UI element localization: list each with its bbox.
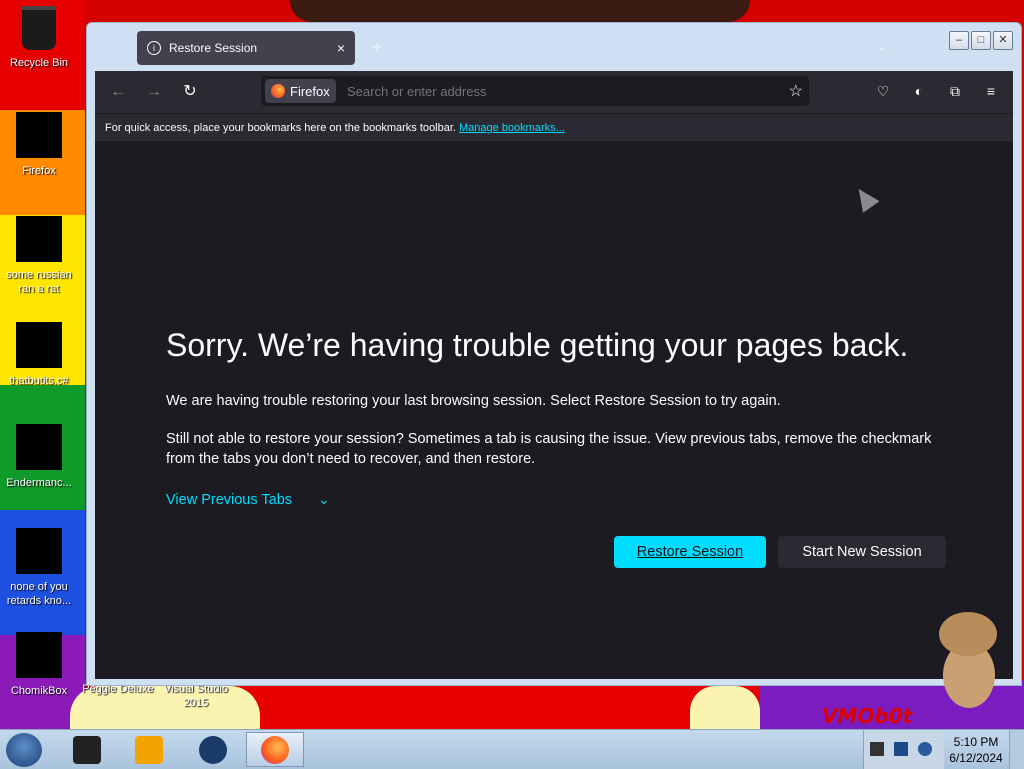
firefox-shortcut-icon — [16, 112, 62, 158]
media-player-icon — [135, 735, 163, 764]
recycle-bin-icon — [22, 6, 56, 50]
page-heading: Sorry. We’re having trouble getting your… — [166, 327, 909, 363]
taskbar-item-globe[interactable] — [188, 732, 238, 767]
desktop-icon-chomikbox[interactable]: ChomikBox — [0, 632, 78, 698]
desktop-icon-label: Endermanc... — [6, 477, 72, 489]
clock[interactable]: 5:10 PM 6/12/2024 — [944, 734, 1008, 766]
desktop-icon-label: some russian ran a rat — [6, 269, 72, 295]
desktop-icon-label: Firefox — [22, 165, 56, 177]
menu-icon[interactable]: ≡ — [981, 81, 1001, 101]
firefox-icon — [261, 735, 289, 764]
wallpaper-sketch — [690, 686, 760, 730]
info-icon: i — [147, 41, 161, 55]
wallpaper-top-shape — [290, 0, 750, 22]
maximize-icon[interactable]: □ — [971, 31, 991, 50]
mouse-cursor-icon — [850, 183, 880, 213]
desktop-icon-label: thatbutits.c# — [9, 375, 69, 387]
browser-window: – □ ✕ i Restore Session × + ⌄ ← → ↻ Fire… — [86, 22, 1022, 686]
taskbar-item-media-player[interactable] — [124, 732, 174, 767]
forward-icon[interactable]: → — [143, 81, 165, 103]
chomikbox-icon — [16, 632, 62, 678]
page-content: Sorry. We’re having trouble getting your… — [95, 141, 1013, 679]
bookmarks-message: For quick access, place your bookmarks h… — [105, 122, 456, 134]
bookmarks-toolbar: For quick access, place your bookmarks h… — [95, 113, 1013, 141]
account-icon[interactable]: ◐ — [909, 81, 929, 101]
desktop-icon-thatbutits[interactable]: thatbutits.c# — [0, 322, 78, 388]
taskbar-item-firefox[interactable] — [246, 732, 304, 767]
tab-title: Restore Session — [169, 41, 258, 55]
start-button[interactable] — [6, 733, 42, 767]
minimize-icon[interactable]: – — [949, 31, 969, 50]
desktop-icon-recycle-bin[interactable]: Recycle Bin — [0, 6, 78, 70]
clock-date: 6/12/2024 — [949, 751, 1003, 765]
restore-session-button[interactable]: Restore Session — [614, 536, 766, 568]
nav-toolbar: ← → ↻ Firefox ☆ ♡ ◐ ⧉ ≡ — [95, 71, 1013, 113]
tray-arrow-icon[interactable] — [870, 742, 884, 756]
desktop-icon-russian-rat[interactable]: some russian ran a rat — [0, 216, 78, 296]
show-desktop-button[interactable] — [1009, 730, 1024, 769]
file-icon — [16, 216, 62, 262]
url-bar[interactable]: Firefox ☆ — [261, 76, 809, 108]
extensions-icon[interactable]: ⧉ — [945, 81, 965, 101]
start-new-session-button[interactable]: Start New Session — [778, 536, 946, 568]
identity-box[interactable]: Firefox — [265, 79, 336, 103]
volume-icon[interactable] — [918, 742, 932, 756]
close-window-icon[interactable]: ✕ — [993, 31, 1013, 50]
clock-time: 5:10 PM — [953, 735, 999, 749]
watermark-text: VMOb0t — [822, 704, 913, 728]
description-paragraph: We are having trouble restoring your las… — [166, 393, 781, 409]
desktop-icon-label: none of you retards kno... — [6, 581, 72, 607]
bookmark-star-icon[interactable]: ☆ — [789, 81, 803, 101]
desktop-icon-label: Recycle Bin — [9, 57, 69, 69]
file-icon — [16, 424, 62, 470]
tab-close-icon[interactable]: × — [337, 40, 345, 56]
view-previous-tabs-label: View Previous Tabs — [166, 491, 293, 508]
taskbar: 5:10 PM 6/12/2024 — [0, 729, 1024, 769]
window-controls: – □ ✕ — [949, 31, 1013, 50]
desktop-icon-firefox[interactable]: Firefox — [0, 112, 78, 178]
hamster-mascot — [935, 612, 1005, 712]
back-icon[interactable]: ← — [107, 81, 129, 103]
manage-bookmarks-link[interactable]: Manage bookmarks... — [459, 122, 565, 134]
list-all-tabs-icon[interactable]: ⌄ — [877, 39, 887, 53]
desktop-icon-endermanc[interactable]: Endermanc... — [0, 424, 78, 490]
folder-icon — [73, 735, 101, 764]
new-tab-icon[interactable]: + — [372, 37, 383, 58]
hamster-head — [939, 612, 997, 656]
taskbar-item-explorer[interactable] — [62, 732, 112, 767]
desktop-icon-label: Visual Studio 2015 — [163, 683, 228, 709]
identity-label: Firefox — [290, 83, 330, 99]
reload-icon[interactable]: ↻ — [179, 81, 201, 103]
system-tray — [863, 730, 944, 769]
address-input[interactable] — [345, 76, 769, 108]
pocket-icon[interactable]: ♡ — [873, 81, 893, 101]
desktop-icon-label: ChomikBox — [10, 685, 68, 697]
desktop-icon-none-of-you[interactable]: none of you retards kno... — [0, 528, 78, 608]
globe-icon — [199, 735, 227, 764]
file-icon — [16, 322, 62, 368]
firefox-logo-icon — [271, 84, 285, 98]
network-icon[interactable] — [894, 742, 908, 756]
view-previous-tabs-toggle[interactable]: View Previous Tabs ⌄ — [166, 491, 330, 508]
file-icon — [16, 528, 62, 574]
help-paragraph: Still not able to restore your session? … — [166, 431, 932, 467]
tab-restore-session[interactable]: i Restore Session × — [137, 31, 355, 65]
chevron-down-icon: ⌄ — [318, 491, 330, 507]
